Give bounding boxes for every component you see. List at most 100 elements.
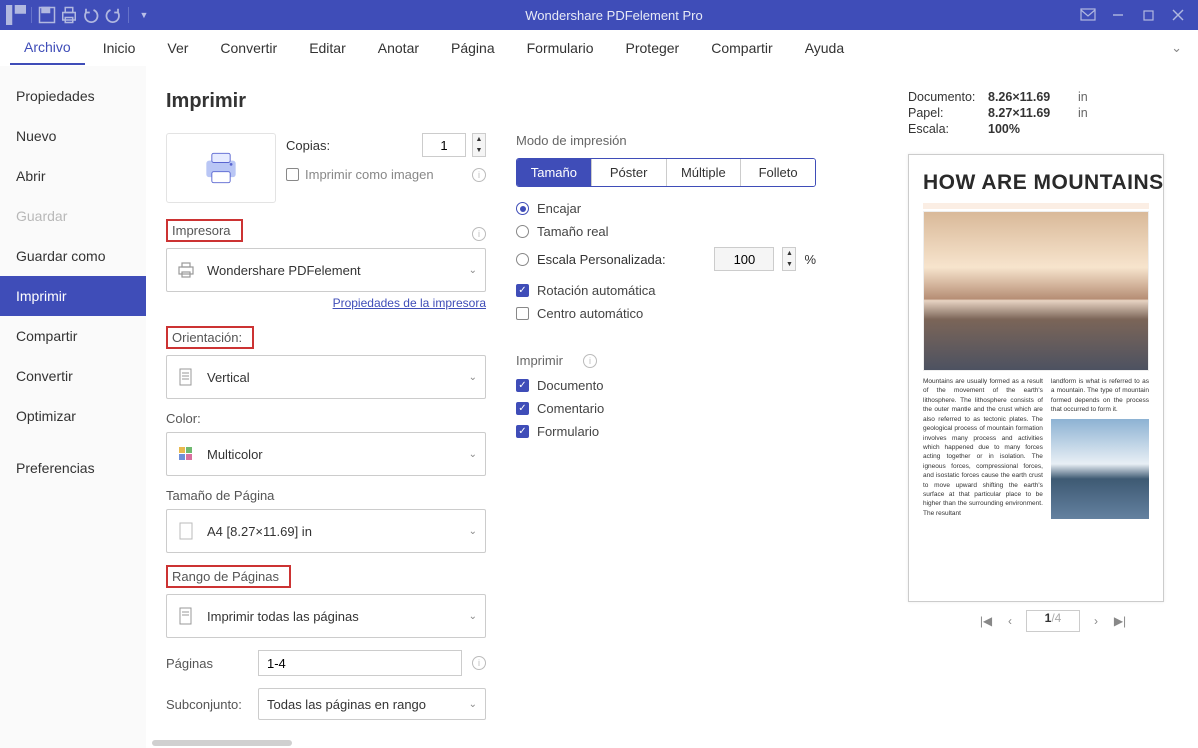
preview-text-col2: landform is what is referred to as a mou… bbox=[1051, 377, 1149, 415]
menu-pagina[interactable]: Página bbox=[437, 32, 509, 64]
sidebar-guardar: Guardar bbox=[0, 196, 146, 236]
menu-compartir[interactable]: Compartir bbox=[697, 32, 786, 64]
check-auto-center[interactable] bbox=[516, 307, 529, 320]
color-icon bbox=[175, 445, 197, 463]
preview-text-col1: Mountains are usually formed as a result… bbox=[923, 377, 1043, 519]
preview-page: HOW ARE MOUNTAINS FORMED Mountains are u… bbox=[908, 154, 1164, 602]
check-formulario[interactable] bbox=[516, 425, 529, 438]
pages-input[interactable] bbox=[258, 650, 462, 676]
page-portrait-icon bbox=[175, 368, 197, 386]
preview-title: HOW ARE MOUNTAINS FORMED bbox=[923, 171, 1149, 195]
meta-scale-value: 100% bbox=[988, 122, 1078, 136]
save-icon[interactable] bbox=[37, 5, 57, 25]
radio-escala[interactable] bbox=[516, 253, 529, 266]
info-icon[interactable]: i bbox=[472, 168, 486, 182]
page-prev-icon[interactable]: ‹ bbox=[1002, 613, 1018, 629]
printer-dropdown[interactable]: Wondershare PDFelement ⌄ bbox=[166, 248, 486, 292]
redo-icon[interactable] bbox=[103, 5, 123, 25]
menu-ayuda[interactable]: Ayuda bbox=[791, 32, 858, 64]
meta-doc-unit: in bbox=[1078, 90, 1088, 104]
color-value: Multicolor bbox=[207, 447, 459, 462]
meta-paper-value: 8.27×11.69 bbox=[988, 106, 1078, 120]
menu-archivo[interactable]: Archivo bbox=[10, 31, 85, 65]
page-next-icon[interactable]: › bbox=[1088, 613, 1104, 629]
page-range-dropdown[interactable]: Imprimir todas las páginas ⌄ bbox=[166, 594, 486, 638]
check-documento[interactable] bbox=[516, 379, 529, 392]
radio-encajar[interactable] bbox=[516, 202, 529, 215]
tab-poster[interactable]: Póster bbox=[592, 159, 667, 186]
radio-encajar-label: Encajar bbox=[537, 201, 581, 216]
tab-multiple[interactable]: Múltiple bbox=[667, 159, 742, 186]
copies-input[interactable] bbox=[422, 133, 466, 157]
menu-convertir[interactable]: Convertir bbox=[206, 32, 291, 64]
mail-icon[interactable] bbox=[1074, 5, 1102, 25]
sidebar-abrir[interactable]: Abrir bbox=[0, 156, 146, 196]
tab-folleto[interactable]: Folleto bbox=[741, 159, 815, 186]
info-icon[interactable]: i bbox=[472, 227, 486, 241]
sidebar-compartir[interactable]: Compartir bbox=[0, 316, 146, 356]
check-comentario[interactable] bbox=[516, 402, 529, 415]
minimize-icon[interactable] bbox=[1104, 5, 1132, 25]
print-icon[interactable] bbox=[59, 5, 79, 25]
meta-doc-label: Documento: bbox=[908, 90, 988, 104]
sidebar-convertir[interactable]: Convertir bbox=[0, 356, 146, 396]
print-mode-tabs: Tamaño Póster Múltiple Folleto bbox=[516, 158, 816, 187]
chevron-down-icon: ⌄ bbox=[469, 372, 477, 383]
page-last-icon[interactable]: ▶| bbox=[1112, 613, 1128, 629]
sidebar-optimizar[interactable]: Optimizar bbox=[0, 396, 146, 436]
copies-spinner[interactable]: ▲▼ bbox=[472, 133, 486, 157]
form-label: Formulario bbox=[537, 424, 599, 439]
info-icon[interactable]: i bbox=[583, 354, 597, 368]
subset-value: Todas las páginas en rango bbox=[267, 697, 459, 712]
radio-tamano-real[interactable] bbox=[516, 225, 529, 238]
page-icon bbox=[175, 522, 197, 540]
tab-tamano[interactable]: Tamaño bbox=[517, 159, 592, 186]
maximize-icon[interactable] bbox=[1134, 5, 1162, 25]
chevron-down-icon: ⌄ bbox=[469, 611, 477, 622]
chevron-down-icon: ⌄ bbox=[469, 449, 477, 460]
auto-rotate-label: Rotación automática bbox=[537, 283, 656, 298]
menu-formulario[interactable]: Formulario bbox=[513, 32, 608, 64]
sidebar-preferencias[interactable]: Preferencias bbox=[0, 448, 146, 488]
preview-image bbox=[923, 211, 1149, 371]
ribbon-collapse-icon[interactable]: ⌄ bbox=[1171, 40, 1188, 56]
scale-spinner[interactable]: ▲▼ bbox=[782, 247, 796, 271]
info-icon[interactable]: i bbox=[472, 656, 486, 670]
percent-label: % bbox=[804, 252, 816, 267]
page-size-label: Tamaño de Página bbox=[166, 488, 486, 503]
undo-icon[interactable] bbox=[81, 5, 101, 25]
menu-proteger[interactable]: Proteger bbox=[612, 32, 694, 64]
meta-paper-unit: in bbox=[1078, 106, 1088, 120]
page-number-input[interactable]: 1/4 bbox=[1026, 610, 1080, 632]
print-mode-label: Modo de impresión bbox=[516, 133, 816, 148]
print-as-image-label: Imprimir como imagen bbox=[305, 167, 434, 182]
orientation-dropdown[interactable]: Vertical ⌄ bbox=[166, 355, 486, 399]
subset-dropdown[interactable]: Todas las páginas en rango ⌄ bbox=[258, 688, 486, 720]
page-first-icon[interactable]: |◀ bbox=[978, 613, 994, 629]
orientation-section-label: Orientación: bbox=[166, 326, 254, 349]
print-as-image-checkbox[interactable] bbox=[286, 168, 299, 181]
printer-section-label: Impresora bbox=[166, 219, 243, 242]
sidebar-guardar-como[interactable]: Guardar como bbox=[0, 236, 146, 276]
print-large-icon bbox=[166, 133, 276, 203]
file-sidebar: Propiedades Nuevo Abrir Guardar Guardar … bbox=[0, 66, 146, 748]
close-icon[interactable] bbox=[1164, 5, 1192, 25]
auto-center-label: Centro automático bbox=[537, 306, 643, 321]
scrollbar[interactable] bbox=[152, 740, 292, 746]
printer-properties-link[interactable]: Propiedades de la impresora bbox=[333, 296, 486, 310]
check-auto-rotate[interactable] bbox=[516, 284, 529, 297]
page-size-dropdown[interactable]: A4 [8.27×11.69] in ⌄ bbox=[166, 509, 486, 553]
menu-ver[interactable]: Ver bbox=[153, 32, 202, 64]
color-dropdown[interactable]: Multicolor ⌄ bbox=[166, 432, 486, 476]
sidebar-propiedades[interactable]: Propiedades bbox=[0, 76, 146, 116]
app-logo-icon bbox=[6, 5, 26, 25]
menu-inicio[interactable]: Inicio bbox=[89, 32, 150, 64]
pages-label: Páginas bbox=[166, 656, 248, 671]
sidebar-imprimir[interactable]: Imprimir bbox=[0, 276, 146, 316]
scale-input[interactable] bbox=[714, 247, 774, 271]
menu-anotar[interactable]: Anotar bbox=[364, 32, 433, 64]
menu-editar[interactable]: Editar bbox=[295, 32, 360, 64]
customize-chevron-icon[interactable]: ▼ bbox=[134, 5, 154, 25]
page-icon bbox=[175, 607, 197, 625]
sidebar-nuevo[interactable]: Nuevo bbox=[0, 116, 146, 156]
